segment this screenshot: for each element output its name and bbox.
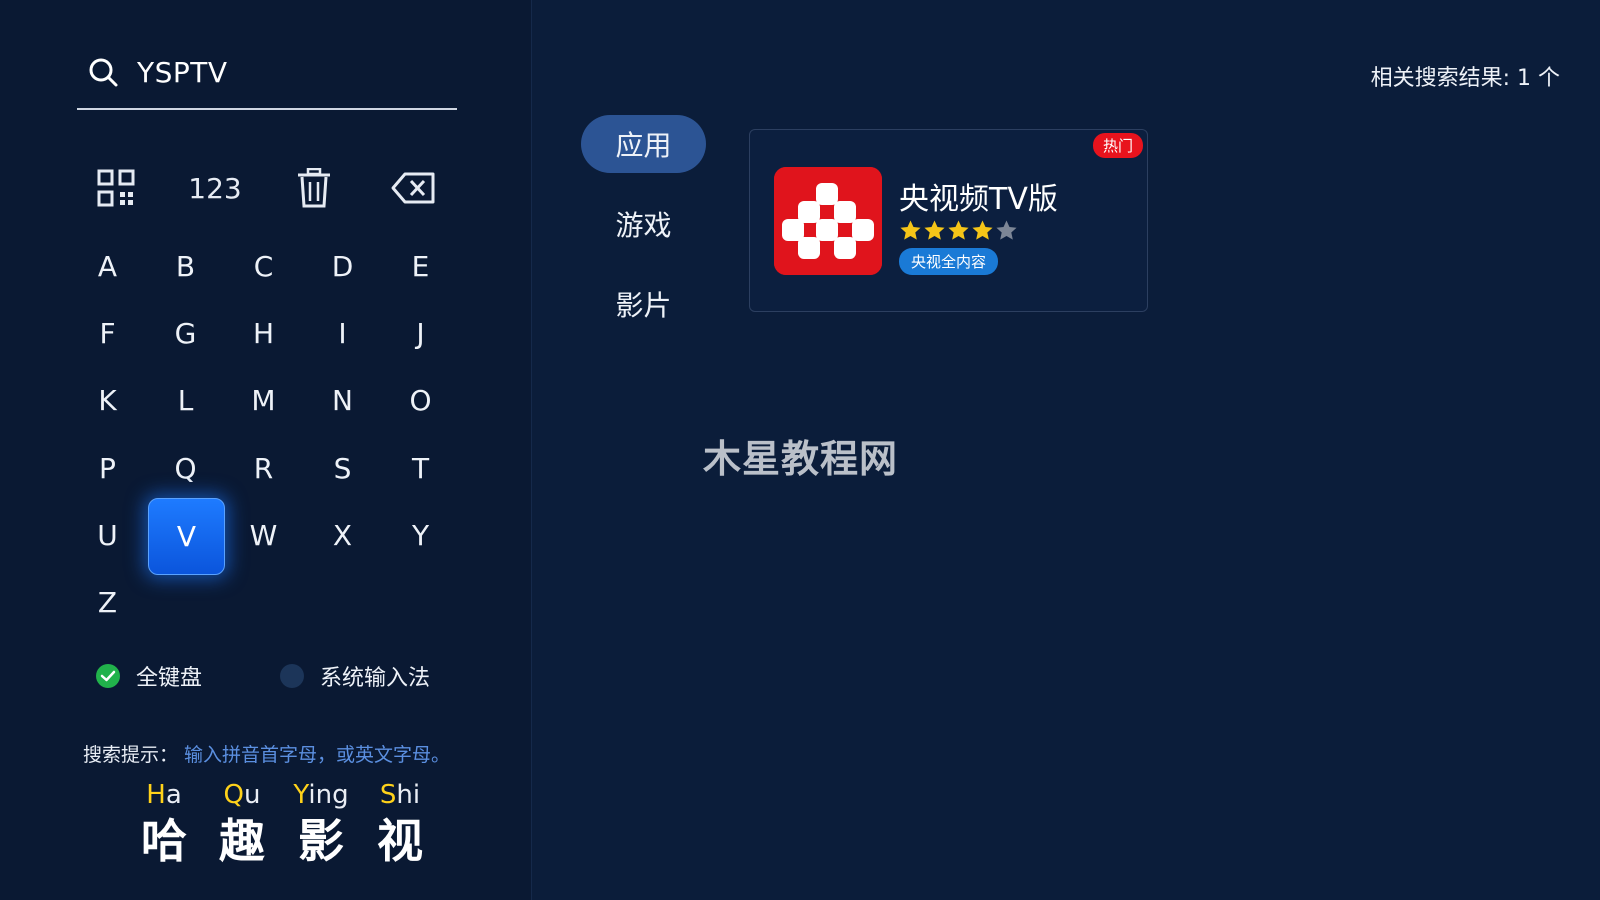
key-k[interactable]: K [70, 363, 145, 438]
input-mode-selector: 全键盘 系统输入法 [96, 660, 476, 692]
key-f[interactable]: F [70, 296, 145, 371]
star-filled-icon [972, 220, 993, 240]
qr-code-button[interactable] [76, 158, 156, 218]
pinyin-rest: u [243, 780, 261, 810]
search-screen: YSPTV 123 A B C D E F G H I J K L M N O … [0, 0, 1600, 900]
key-g[interactable]: G [148, 296, 223, 371]
pinyin-initial: Q [223, 780, 244, 810]
brand-char: Qu 趣 [206, 778, 278, 870]
keyboard-panel: YSPTV 123 A B C D E F G H I J K L M N O … [0, 0, 532, 900]
search-query: YSPTV [137, 55, 228, 89]
star-empty-icon [996, 220, 1017, 240]
hanzi: 影 [298, 814, 344, 868]
star-filled-icon [924, 220, 945, 240]
hanzi: 趣 [219, 814, 265, 868]
brand-char: Shi 视 [364, 778, 436, 870]
mode-label: 系统输入法 [320, 666, 431, 691]
hot-badge: 热门 [1092, 133, 1143, 158]
qr-code-icon [97, 169, 135, 207]
key-i[interactable]: I [305, 296, 380, 371]
brand-char: Ying 影 [285, 778, 357, 870]
mode-full-keyboard[interactable]: 全键盘 [96, 660, 202, 692]
function-key-row: 123 [76, 158, 466, 218]
app-result-card[interactable]: 热门 央视频TV版 央视全内容 [749, 129, 1148, 312]
hanzi: 视 [377, 814, 423, 868]
clear-button[interactable] [274, 158, 354, 218]
hint-text: 输入拼音首字母，或英文字母。 [184, 744, 451, 766]
backspace-button[interactable] [373, 158, 453, 218]
result-count: 相关搜索结果: 1 个 [1370, 66, 1560, 91]
key-b[interactable]: B [148, 229, 223, 304]
pinyin-initial: Y [293, 780, 309, 810]
hint-label: 搜索提示： [83, 744, 179, 766]
key-n[interactable]: N [305, 363, 380, 438]
key-m[interactable]: M [226, 363, 301, 438]
brand-logo: Ha 哈 Qu 趣 Ying 影 Shi 视 [128, 778, 428, 888]
star-filled-icon [948, 220, 969, 240]
rating-stars [899, 219, 1019, 242]
cctv-logo-icon [774, 167, 882, 275]
radio-empty-icon [280, 664, 304, 688]
key-d[interactable]: D [305, 229, 380, 304]
pinyin-initial: S [379, 780, 397, 810]
key-e[interactable]: E [383, 229, 458, 304]
key-v[interactable]: V [148, 498, 225, 575]
app-name: 央视频TV版 [899, 182, 1058, 217]
trash-icon [298, 168, 330, 208]
watermark: 木星教程网 [703, 437, 899, 481]
mode-label: 全键盘 [136, 666, 203, 691]
key-h[interactable]: H [226, 296, 301, 371]
tab-games[interactable]: 游戏 [581, 195, 706, 253]
star-filled-icon [900, 220, 921, 240]
hanzi: 哈 [141, 814, 187, 868]
pinyin-rest: ing [308, 780, 349, 810]
pinyin-rest: a [165, 780, 182, 810]
key-a[interactable]: A [70, 229, 145, 304]
app-icon [774, 167, 882, 275]
check-icon [96, 664, 120, 688]
key-s[interactable]: S [305, 431, 380, 506]
key-p[interactable]: P [70, 431, 145, 506]
search-input[interactable]: YSPTV [77, 36, 457, 110]
key-q[interactable]: Q [148, 431, 223, 506]
pinyin-initial: H [146, 780, 166, 810]
key-r[interactable]: R [226, 431, 301, 506]
key-l[interactable]: L [148, 363, 223, 438]
category-tabs: 应用 游戏 影片 [581, 115, 706, 355]
key-j[interactable]: J [383, 296, 458, 371]
search-icon [87, 56, 119, 88]
key-z[interactable]: Z [70, 565, 145, 640]
brand-char: Ha 哈 [128, 778, 200, 870]
pinyin-rest: hi [396, 780, 421, 810]
numeric-keyboard-button[interactable]: 123 [175, 158, 255, 218]
backspace-icon [391, 172, 435, 204]
key-w[interactable]: W [226, 498, 301, 573]
key-x[interactable]: X [305, 498, 380, 573]
key-y[interactable]: Y [383, 498, 458, 573]
key-u[interactable]: U [70, 498, 145, 573]
tab-movies[interactable]: 影片 [581, 275, 706, 333]
key-c[interactable]: C [226, 229, 301, 304]
search-hint: 搜索提示： 输入拼音首字母，或英文字母。 [83, 740, 450, 767]
mode-system-ime[interactable]: 系统输入法 [280, 660, 430, 692]
key-o[interactable]: O [383, 363, 458, 438]
key-t[interactable]: T [383, 431, 458, 506]
tab-apps[interactable]: 应用 [581, 115, 706, 173]
content-tag: 央视全内容 [899, 248, 999, 275]
